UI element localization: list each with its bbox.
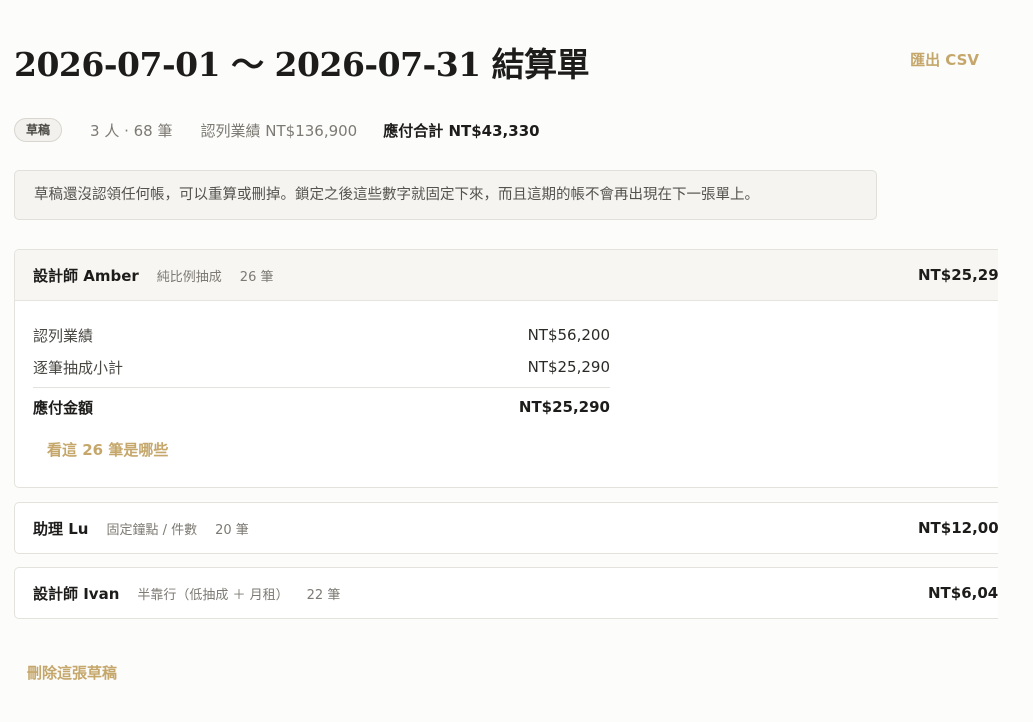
staff-card-header[interactable]: 助理 Lu 固定鐘點 / 件數 20 筆 NT$12,000 xyxy=(15,503,1013,553)
entry-count: 22 筆 xyxy=(306,587,341,603)
commission-scheme: 固定鐘點 / 件數 xyxy=(106,522,198,538)
entry-count: 26 筆 xyxy=(239,269,274,285)
delete-draft-button[interactable]: 刪除這張草稿 xyxy=(27,662,117,683)
commission-scheme: 半靠行（低抽成 ＋ 月租） xyxy=(137,587,289,603)
status-badge: 草稿 xyxy=(14,118,63,142)
payable-row: 應付金額 NT$25,290 xyxy=(33,388,610,426)
staff-name: 助理 Lu xyxy=(33,519,89,538)
staff-total: NT$25,290 xyxy=(918,266,1010,284)
summary-bar: 草稿 3 人 · 68 筆 認列業績 NT$136,900 應付合計 NT$43… xyxy=(14,118,540,142)
staff-card-ivan[interactable]: 設計師 Ivan 半靠行（低抽成 ＋ 月租） 22 筆 NT$6,040 xyxy=(14,567,1014,619)
draft-notice: 草稿還沒認領任何帳，可以重算或刪掉。鎖定之後這些數字就固定下來，而且這期的帳不會… xyxy=(14,170,877,220)
staff-total: NT$12,000 xyxy=(918,519,1010,537)
staff-card-header[interactable]: 設計師 Amber 純比例抽成 26 筆 NT$25,290 xyxy=(15,250,1013,301)
export-csv-button[interactable]: 匯出 CSV xyxy=(910,49,979,70)
commission-scheme: 純比例抽成 xyxy=(156,269,222,285)
payable-value: NT$25,290 xyxy=(518,398,610,416)
subtotal-row: 逐筆抽成小計 NT$25,290 xyxy=(33,351,610,383)
view-entries-link[interactable]: 看這 26 筆是哪些 xyxy=(47,439,168,460)
payable-total: 應付合計 NT$43,330 xyxy=(383,121,540,140)
recognized-performance: 認列業績 NT$136,900 xyxy=(200,121,358,140)
staff-card-details: 認列業績 NT$56,200 逐筆抽成小計 NT$25,290 應付金額 NT$… xyxy=(15,301,1013,487)
subtotal-label: 逐筆抽成小計 xyxy=(33,358,124,377)
staff-card-header[interactable]: 設計師 Ivan 半靠行（低抽成 ＋ 月租） 22 筆 NT$6,040 xyxy=(15,568,1013,618)
viewport-clip xyxy=(998,0,1033,722)
staff-total: NT$6,040 xyxy=(928,584,1009,602)
staff-name: 設計師 Amber xyxy=(33,266,139,285)
revenue-row: 認列業績 NT$56,200 xyxy=(33,319,610,351)
subtotal-value: NT$25,290 xyxy=(527,358,610,376)
entry-count: 20 筆 xyxy=(215,522,249,538)
revenue-label: 認列業績 xyxy=(33,326,94,345)
staff-name: 設計師 Ivan xyxy=(33,584,120,603)
staff-entry-count: 3 人 · 68 筆 xyxy=(90,121,173,140)
revenue-value: NT$56,200 xyxy=(527,326,610,344)
payable-label: 應付金額 xyxy=(33,398,94,417)
page-title: 2026-07-01 〜 2026-07-31 結算單 xyxy=(14,45,590,84)
staff-card-lu[interactable]: 助理 Lu 固定鐘點 / 件數 20 筆 NT$12,000 xyxy=(14,502,1014,554)
staff-card-amber: 設計師 Amber 純比例抽成 26 筆 NT$25,290 認列業績 NT$5… xyxy=(14,249,1014,488)
